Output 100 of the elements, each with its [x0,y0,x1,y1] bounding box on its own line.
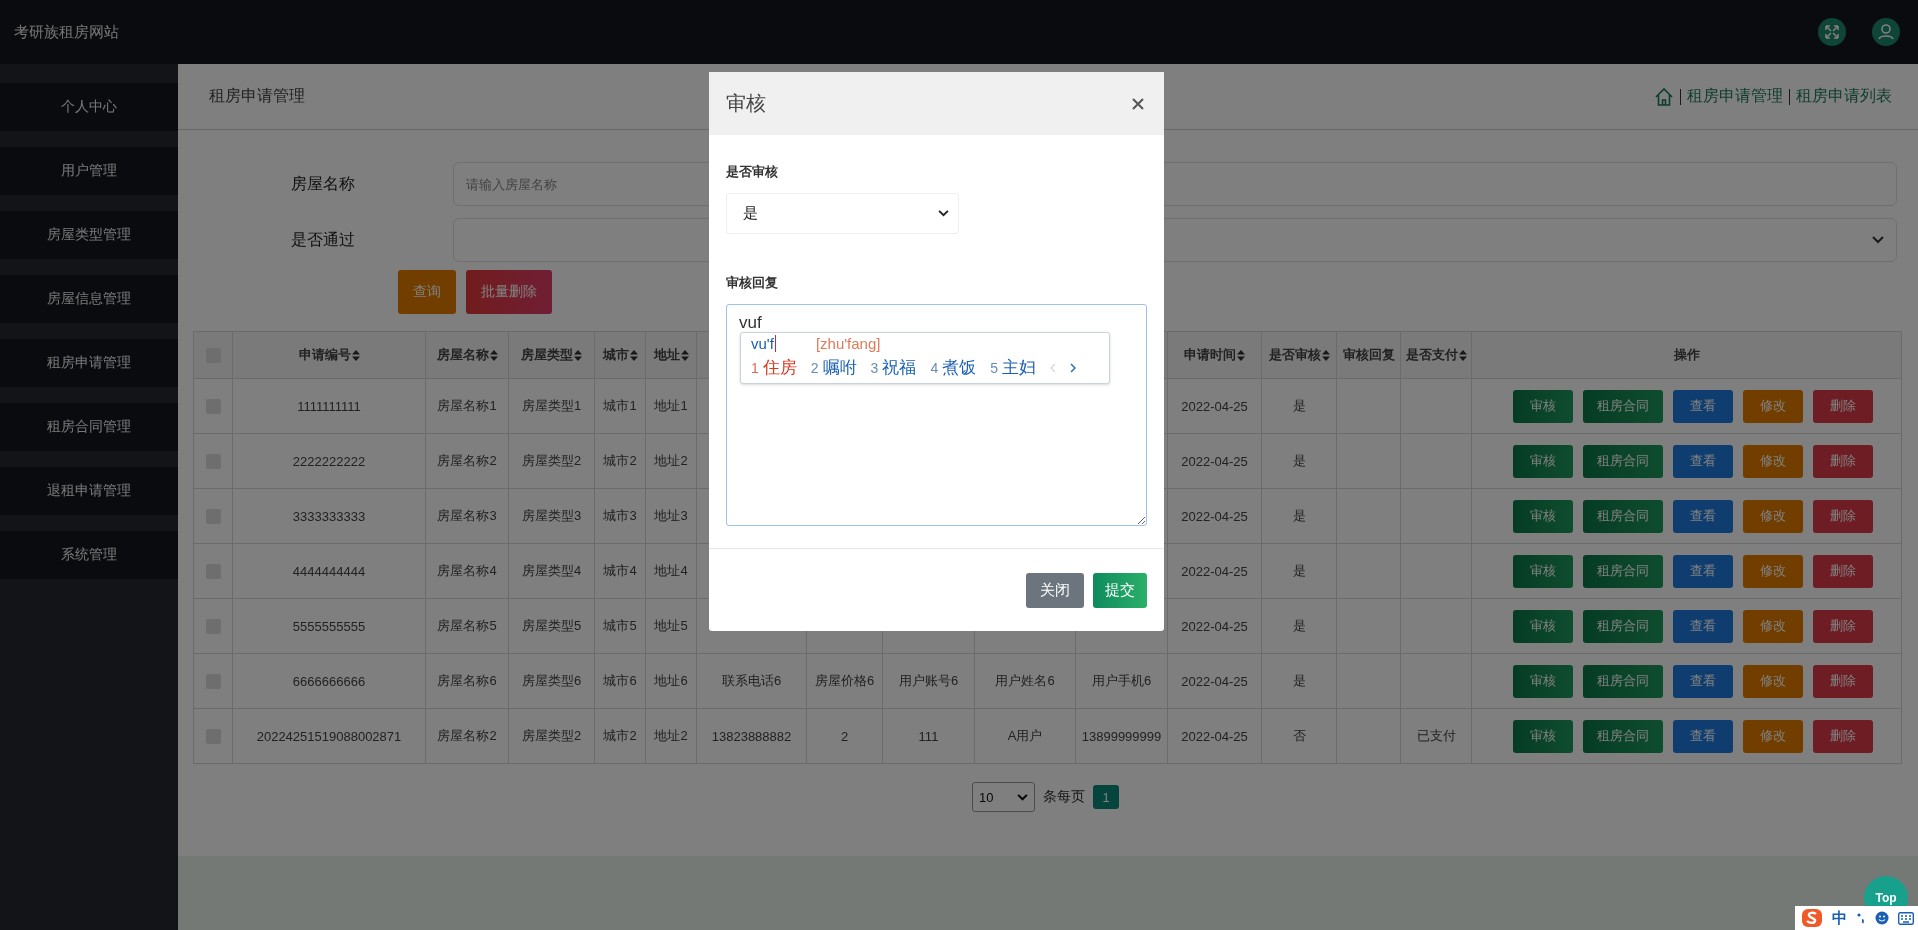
ime-candidate[interactable]: 5 主妇 [990,356,1036,379]
edit-button[interactable]: 修改 [1742,554,1803,588]
submit-button[interactable]: 提交 [1093,572,1147,608]
ime-candidate[interactable]: 3 祝福 [870,356,917,379]
delete-button[interactable]: 删除 [1812,389,1873,423]
view-button[interactable]: 查看 [1672,719,1733,753]
column-header: 地址 [653,346,689,364]
table-cell: 地址2 [654,728,688,743]
view-button[interactable]: 查看 [1672,664,1733,698]
audit-select[interactable]: 是 [726,193,959,234]
search-button[interactable]: 查询 [398,270,456,314]
close-button[interactable]: 关闭 [1026,572,1084,608]
breadcrumb-link[interactable]: 租房申请列表 [1796,86,1892,107]
user-icon[interactable] [1872,18,1900,46]
table-cell: 房屋名称2 [437,453,497,468]
chevron-down-icon [1017,793,1028,801]
dialog-title: 审核 [726,91,766,116]
sidebar-item[interactable]: 房屋信息管理 [0,275,178,323]
field-label: 是否审核 [726,163,778,181]
table-cell: 4444444444 [292,563,366,579]
delete-button[interactable]: 删除 [1812,554,1873,588]
view-button[interactable]: 查看 [1672,444,1733,478]
view-button[interactable]: 查看 [1672,609,1733,643]
table-cell: 房屋类型2 [521,728,582,743]
delete-button[interactable]: 删除 [1812,499,1873,533]
table-cell: 房屋价格6 [814,673,875,688]
audit-button[interactable]: 审核 [1512,499,1573,533]
contract-button[interactable]: 租房合同 [1582,499,1663,533]
sort-icon[interactable] [1458,349,1467,361]
fullscreen-icon[interactable] [1818,18,1846,46]
ime-candidate[interactable]: 1 住房 [751,356,797,379]
edit-button[interactable]: 修改 [1742,444,1803,478]
edit-button[interactable]: 修改 [1742,609,1803,643]
table-cell: 地址3 [654,508,688,523]
contract-button[interactable]: 租房合同 [1582,664,1663,698]
contract-button[interactable]: 租房合同 [1582,389,1663,423]
audit-button[interactable]: 审核 [1512,719,1573,753]
contract-button[interactable]: 租房合同 [1582,444,1663,478]
home-icon[interactable] [1654,86,1674,107]
sort-icon[interactable] [680,349,689,361]
column-header: 房屋名称 [436,346,498,364]
delete-button[interactable]: 删除 [1812,609,1873,643]
sidebar-item[interactable]: 用户管理 [0,147,178,195]
sidebar-item[interactable]: 租房申请管理 [0,339,178,387]
sidebar-item[interactable]: 房屋类型管理 [0,211,178,259]
table-cell: 6666666666 [292,673,366,689]
table-cell: 是 [1292,398,1306,413]
audit-button[interactable]: 审核 [1512,444,1573,478]
edit-button[interactable]: 修改 [1742,389,1803,423]
table-cell: 地址4 [654,563,688,578]
view-button[interactable]: 查看 [1672,499,1733,533]
table-cell: 城市3 [603,508,637,523]
table-cell: 用户姓名6 [995,673,1055,688]
edit-button[interactable]: 修改 [1742,499,1803,533]
table-cell: 2022-04-25 [1181,673,1248,689]
view-button[interactable]: 查看 [1672,554,1733,588]
audit-button[interactable]: 审核 [1512,389,1573,423]
view-button[interactable]: 查看 [1672,389,1733,423]
sort-icon[interactable] [574,349,582,361]
sidebar-item[interactable]: 系统管理 [0,531,178,579]
contract-button[interactable]: 租房合同 [1582,719,1663,753]
ime-mode[interactable]: 中 [1832,908,1847,928]
close-icon[interactable] [1132,97,1144,110]
table-cell: 是 [1292,508,1306,523]
table-cell: 地址2 [654,453,688,468]
ime-candidate[interactable]: 2 嘱咐 [810,356,857,379]
table-cell: 城市4 [603,563,637,578]
sidebar-item[interactable]: 个人中心 [0,83,178,131]
table-cell: 20224251519088002871 [256,728,402,744]
contract-button[interactable]: 租房合同 [1582,609,1663,643]
sort-icon[interactable] [1321,349,1330,361]
filter-label: 房屋名称 [290,173,356,194]
sort-icon[interactable] [489,349,498,361]
sidebar-item[interactable]: 退租申请管理 [0,467,178,515]
sort-icon[interactable] [351,349,360,361]
sort-icon[interactable] [629,349,638,361]
keyboard-icon[interactable] [1898,911,1914,925]
ime-candidate[interactable]: 4 煮饭 [930,356,977,379]
delete-button[interactable]: 批量删除 [466,270,552,314]
sort-icon[interactable] [1237,349,1245,361]
breadcrumb-link[interactable]: 租房申请管理 [1687,86,1783,107]
table-cell: 是 [1292,453,1306,468]
audit-button[interactable]: 审核 [1512,554,1573,588]
audit-button[interactable]: 审核 [1512,664,1573,698]
chevron-right-icon[interactable] [1070,362,1076,373]
delete-button[interactable]: 删除 [1812,664,1873,698]
table-cell: 用户账号6 [898,673,959,688]
delete-button[interactable]: 删除 [1812,444,1873,478]
table-cell: 2022-04-25 [1181,453,1248,469]
edit-button[interactable]: 修改 [1742,719,1803,753]
edit-button[interactable]: 修改 [1742,664,1803,698]
audit-button[interactable]: 审核 [1512,609,1573,643]
table-cell: 房屋名称3 [437,508,497,523]
page-number[interactable]: 1 [1093,785,1119,809]
delete-button[interactable]: 删除 [1812,719,1873,753]
page-size-select[interactable]: 10 [972,782,1035,812]
emoji-icon[interactable] [1875,911,1889,925]
sidebar-item[interactable]: 租房合同管理 [0,403,178,451]
punctuation-icon[interactable] [1856,911,1866,925]
contract-button[interactable]: 租房合同 [1582,554,1663,588]
